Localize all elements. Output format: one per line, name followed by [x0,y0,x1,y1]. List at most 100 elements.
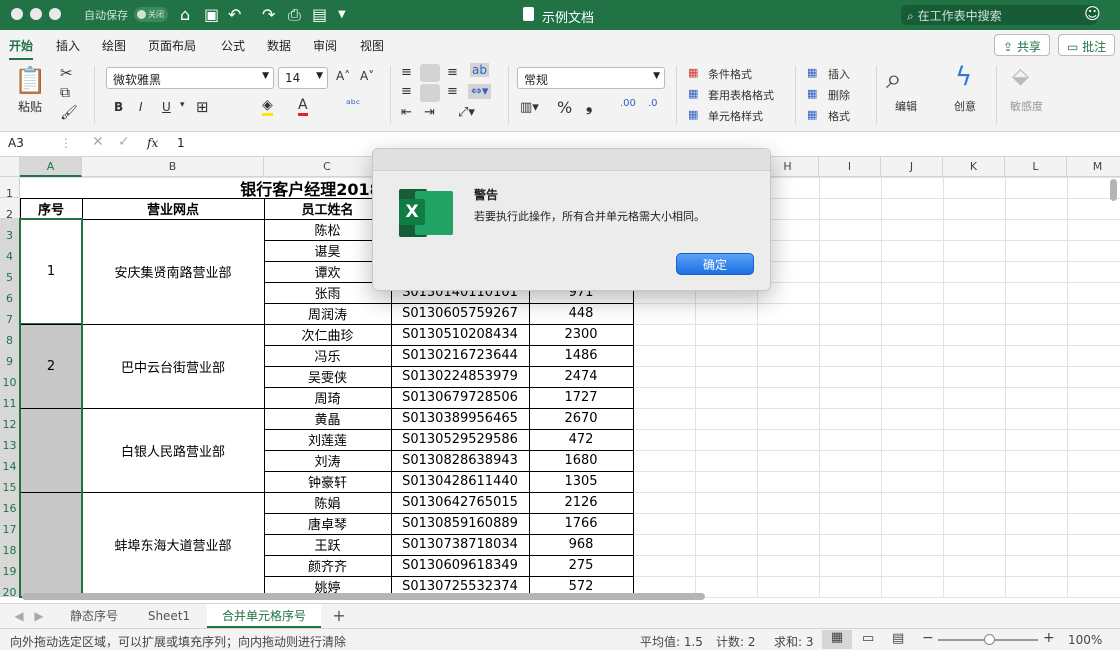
row-header[interactable]: 20 [0,576,20,599]
row-header[interactable]: 13 [0,429,20,452]
comma-style-icon[interactable]: ❟ [586,96,592,116]
paste-label[interactable]: 粘贴 [18,98,42,115]
name-cell[interactable]: 黄晶 [264,408,391,429]
name-cell[interactable]: 刘莲莲 [264,429,391,450]
row-header[interactable]: 10 [0,366,20,389]
sheet-tab-sheet1[interactable]: Sheet1 [135,604,203,628]
format-cells-label[interactable]: 格式 [828,108,850,124]
search-box[interactable]: ⌕ 在工作表中搜索 [901,5,1097,25]
value-cell[interactable]: 1486 [529,345,633,366]
value-cell[interactable]: 2474 [529,366,633,387]
borders-icon[interactable]: ⊞ [196,98,209,116]
row-header[interactable]: 15 [0,471,20,494]
column-header[interactable]: L [1005,157,1067,177]
zoom-out-icon[interactable]: − [922,630,934,646]
row-header[interactable]: 14 [0,450,20,473]
branch-cell[interactable]: 白银人民路营业部 [82,408,264,492]
tab-view[interactable]: 视图 [360,37,384,54]
sheet-tab-merged-index[interactable]: 合并单元格序号 [207,604,321,628]
close-window-icon[interactable] [11,8,23,20]
id-cell[interactable]: S0130510208434 [391,324,529,345]
row-header[interactable]: 19 [0,555,20,578]
normal-view-icon[interactable]: ▦ [822,630,852,649]
phonetic-guide-icon[interactable]: ᵃᵇᶜ [346,97,360,111]
column-header[interactable]: M [1067,157,1120,177]
number-format-select[interactable]: 常规 ▼ [517,67,665,89]
confirm-icon[interactable]: ✓ [118,134,130,150]
name-cell[interactable]: 颜齐齐 [264,555,391,576]
ok-button[interactable]: 确定 [676,253,754,275]
align-bottom-icon[interactable]: ≡ [447,65,458,80]
id-cell[interactable]: S0130529529586 [391,429,529,450]
fill-color-icon[interactable]: ◈ [262,97,273,116]
name-cell[interactable]: 钟豪轩 [264,471,391,492]
value-cell[interactable]: 275 [529,555,633,576]
id-cell[interactable]: S0130389956465 [391,408,529,429]
name-cell[interactable]: 陈娟 [264,492,391,513]
tab-data[interactable]: 数据 [267,37,291,54]
decrease-indent-icon[interactable]: ⇤ [401,105,412,120]
id-cell[interactable]: S0130224853979 [391,366,529,387]
save-icon[interactable]: ▣ [204,5,219,24]
formula-input[interactable]: 1 [177,136,185,150]
name-cell[interactable]: 周润涛 [264,303,391,324]
value-cell[interactable]: 472 [529,429,633,450]
font-size-select[interactable]: 14 ▼ [278,67,328,89]
zoom-slider-thumb[interactable] [984,634,995,645]
accounting-format-icon[interactable]: ▥▾ [520,100,539,115]
font-name-select[interactable]: 微软雅黑 ▼ [106,67,274,89]
row-header[interactable]: 11 [0,387,20,410]
conditional-format-label[interactable]: 条件格式 [708,66,752,82]
print-icon[interactable]: ⎙ [288,5,301,25]
align-top-icon[interactable]: ≡ [401,65,412,80]
name-cell[interactable]: 冯乐 [264,345,391,366]
id-cell[interactable]: S0130216723644 [391,345,529,366]
wrap-text-icon[interactable]: ab [470,63,489,77]
table-format-label[interactable]: 套用表格格式 [708,87,774,103]
zoom-in-icon[interactable]: + [1043,630,1055,646]
delete-cells-label[interactable]: 删除 [828,87,850,103]
autosave-toggle[interactable]: 关闭 [134,7,168,22]
minimize-window-icon[interactable] [30,8,42,20]
format-cells-icon[interactable]: ▦ [807,108,817,121]
share-button[interactable]: ⇪ 共享 [994,34,1050,56]
value-cell[interactable]: 1305 [529,471,633,492]
find-select-icon[interactable]: ⌕ [886,62,902,96]
sensitivity-icon[interactable]: ⬙ [1012,64,1029,89]
align-middle-icon[interactable] [420,64,440,82]
value-cell[interactable]: 968 [529,534,633,555]
align-center-icon[interactable] [420,84,440,102]
sheet-icon[interactable]: ▤ [312,5,327,24]
cancel-icon[interactable]: ✕ [92,134,104,150]
decrease-font-icon[interactable]: A˅ [360,69,374,83]
format-painter-icon[interactable]: 🖌 [60,105,78,121]
home-icon[interactable]: ⌂ [180,5,190,24]
row-header[interactable]: 8 [0,324,20,347]
name-box[interactable]: A3 [8,136,24,150]
comments-button[interactable]: ▭ 批注 [1058,34,1116,56]
column-label[interactable]: 序号 [20,198,82,219]
row-header[interactable]: 4 [0,240,20,263]
row-header[interactable]: 5 [0,261,20,284]
conditional-format-icon[interactable]: ▦ [688,66,698,79]
increase-font-icon[interactable]: A˄ [336,69,350,83]
align-right-icon[interactable]: ≡ [447,84,458,99]
edit-label[interactable]: 编辑 [895,98,917,114]
column-header[interactable]: B [82,157,264,177]
merge-center-icon[interactable]: ⇔▾ [468,84,492,99]
id-cell[interactable]: S0130679728506 [391,387,529,408]
font-color-icon[interactable]: A [298,97,308,116]
column-header[interactable]: J [881,157,943,177]
tab-draw[interactable]: 绘图 [102,37,126,54]
decrease-decimal-icon[interactable]: .0 [648,98,658,109]
undo-icon[interactable]: ↶ [228,5,241,24]
cut-icon[interactable]: ✂ [60,64,73,82]
name-cell[interactable]: 吴雯侠 [264,366,391,387]
cell-styles-label[interactable]: 单元格样式 [708,108,763,124]
column-label[interactable]: 营业网点 [82,198,264,219]
redo-icon[interactable]: ↷ [262,5,275,24]
zoom-level[interactable]: 100% [1068,633,1102,647]
row-header[interactable]: 16 [0,492,20,515]
table-format-icon[interactable]: ▦ [688,87,698,100]
row-header[interactable]: 2 [0,198,20,221]
